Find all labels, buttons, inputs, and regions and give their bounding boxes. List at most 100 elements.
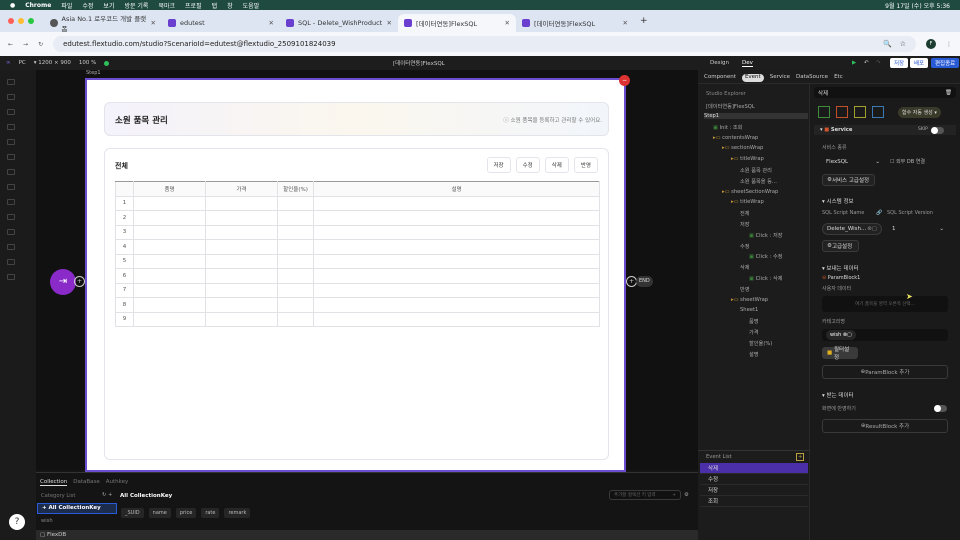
table-row[interactable]: 1 (115, 195, 600, 211)
table-cell[interactable] (313, 253, 600, 269)
finish-edit-button[interactable]: 편집종료 (931, 58, 960, 68)
script-type-icon[interactable] (854, 106, 866, 118)
collection-field-chip[interactable]: remark (224, 508, 251, 518)
tab-service[interactable]: Service (770, 74, 790, 83)
table-cell[interactable] (133, 297, 206, 313)
start-node-icon[interactable]: ⇥ (50, 269, 76, 295)
action-type-icon[interactable] (818, 106, 830, 118)
tree-node[interactable]: ▸▭ sheetSectionWrap (722, 189, 778, 195)
back-icon[interactable]: ← (8, 41, 13, 48)
table-cell[interactable] (277, 195, 314, 211)
device-select[interactable]: PC (19, 60, 26, 66)
tree-node[interactable]: ▣ Click : 삭제 (749, 275, 783, 282)
tab-dev[interactable]: Dev (742, 60, 753, 67)
run-icon[interactable]: ▶ (852, 60, 856, 66)
resolution-select[interactable]: ▾ 1200 × 900 (34, 60, 71, 66)
tree-node[interactable]: 가격 (749, 329, 759, 336)
table-cell[interactable] (313, 239, 600, 255)
zoom-level[interactable]: 100 % (79, 60, 96, 66)
close-tab-icon[interactable]: ✕ (623, 19, 628, 27)
browser-tab[interactable]: edutest ✕ (162, 14, 280, 32)
category-item-all[interactable]: + All CollectionKey (37, 503, 117, 514)
table-cell[interactable] (205, 268, 278, 284)
tool-icon[interactable] (7, 274, 15, 280)
table-cell[interactable] (205, 210, 278, 226)
table-cell[interactable] (277, 282, 314, 298)
tree-node[interactable]: ▸▭ sheetWrap (731, 297, 768, 303)
menu-bookmarks[interactable]: 북마크 (158, 1, 175, 10)
receive-data-header[interactable]: ▾ 받는 데이터 (822, 391, 854, 399)
tool-icon[interactable] (7, 154, 15, 160)
tree-node[interactable]: 소원 품목을 등... (740, 178, 777, 185)
minimize-window-button[interactable] (18, 18, 24, 24)
tool-icon[interactable] (7, 109, 15, 115)
tree-node[interactable]: 수정 (740, 243, 750, 250)
table-cell[interactable] (313, 311, 600, 327)
menu-history[interactable]: 방문 기록 (124, 1, 148, 10)
table-cell[interactable] (133, 224, 206, 240)
collection-key-input[interactable]: 추가할 컬렉션 키 입력 + (609, 490, 681, 500)
tab-datasource[interactable]: DataSource (796, 74, 828, 83)
tab-database[interactable]: DataBase (73, 479, 100, 486)
tab-authkey[interactable]: Authkey (106, 479, 129, 486)
table-cell[interactable] (313, 210, 600, 226)
service-advanced-button[interactable]: ⚙ 서비스 고급설정 (822, 174, 875, 186)
bookmark-star-icon[interactable]: ☆ (900, 40, 906, 48)
zoom-icon[interactable]: 🔍 (883, 40, 892, 48)
script-name-chip[interactable]: Delete_Wish... ⊗▢ (822, 223, 882, 235)
tool-icon[interactable] (7, 229, 15, 235)
table-cell[interactable] (277, 268, 314, 284)
url-input[interactable]: edutest.flextudio.com/studio?ScenarioId=… (53, 36, 916, 52)
user-data-input[interactable]: 여기 품목을 영역 오른쪽 선택... (822, 296, 948, 312)
table-cell[interactable] (205, 239, 278, 255)
table-cell[interactable] (133, 311, 206, 327)
refresh-add-icons[interactable]: ↻ + (102, 492, 112, 498)
collection-field-chip[interactable]: price (175, 508, 197, 518)
tree-node[interactable]: 소원 품목 관리 (740, 167, 772, 174)
browser-tab[interactable]: [데이터연동]FlexSQL ✕ (516, 14, 634, 32)
tab-etc[interactable]: Etc (834, 74, 843, 83)
tool-icon[interactable] (7, 184, 15, 190)
tree-node[interactable]: 품명 (749, 318, 759, 325)
tool-icon[interactable] (7, 169, 15, 175)
param-block[interactable]: ⊖ ParamBlock1 (822, 275, 860, 281)
column-header[interactable]: 가격 (205, 181, 278, 197)
table-cell[interactable] (205, 253, 278, 269)
apply-button[interactable]: 반영 (573, 157, 598, 173)
collection-field-chip[interactable]: _SUID (121, 508, 144, 518)
browser-tab[interactable]: SQL - Delete_WishProduct ✕ (280, 14, 398, 32)
settings-gear-icon[interactable]: ⚙ (684, 492, 689, 498)
tree-node[interactable]: ▸▭ sectionWrap (722, 145, 763, 151)
category-item-wish[interactable]: wish (41, 518, 53, 524)
event-name-input[interactable]: 삭제 🗑 (814, 87, 956, 98)
event-list-item[interactable]: 수정 (700, 474, 808, 485)
menu-tab[interactable]: 탭 (212, 1, 218, 10)
table-cell[interactable] (313, 282, 600, 298)
tab-collection[interactable]: Collection (40, 479, 68, 486)
table-cell[interactable] (277, 239, 314, 255)
table-cell[interactable] (133, 210, 206, 226)
tree-root[interactable]: [데이터연동]FlexSQL (706, 103, 755, 110)
tool-icon[interactable] (7, 124, 15, 130)
close-tab-icon[interactable]: ✕ (505, 19, 510, 27)
close-tab-icon[interactable]: ✕ (387, 19, 392, 27)
category-input[interactable]: wish ⊗▢ (822, 329, 948, 341)
tool-icon[interactable] (7, 79, 15, 85)
link-icon[interactable]: 🔗 (876, 210, 882, 216)
advanced-settings-button[interactable]: ⚙ 고급설정 (822, 240, 859, 252)
data-sheet[interactable]: 품명 가격 할인율(%) 설명 123456789 (115, 181, 600, 327)
table-cell[interactable] (205, 311, 278, 327)
tree-node[interactable]: ▣ Init : 조회 (713, 124, 742, 131)
skip-toggle[interactable] (931, 126, 944, 134)
table-cell[interactable] (277, 210, 314, 226)
apple-icon[interactable]: ● (10, 2, 15, 9)
reflect-toggle[interactable] (934, 405, 947, 412)
browser-tab[interactable]: Asia No.1 로우코드 개발 플랫폼 ✕ (44, 14, 162, 33)
menu-profile[interactable]: 프로필 (185, 1, 202, 10)
table-cell[interactable] (133, 268, 206, 284)
table-cell[interactable] (313, 195, 600, 211)
table-row[interactable]: 8 (115, 297, 600, 313)
table-cell[interactable] (277, 224, 314, 240)
table-row[interactable]: 4 (115, 239, 600, 255)
maximize-window-button[interactable] (28, 18, 34, 24)
